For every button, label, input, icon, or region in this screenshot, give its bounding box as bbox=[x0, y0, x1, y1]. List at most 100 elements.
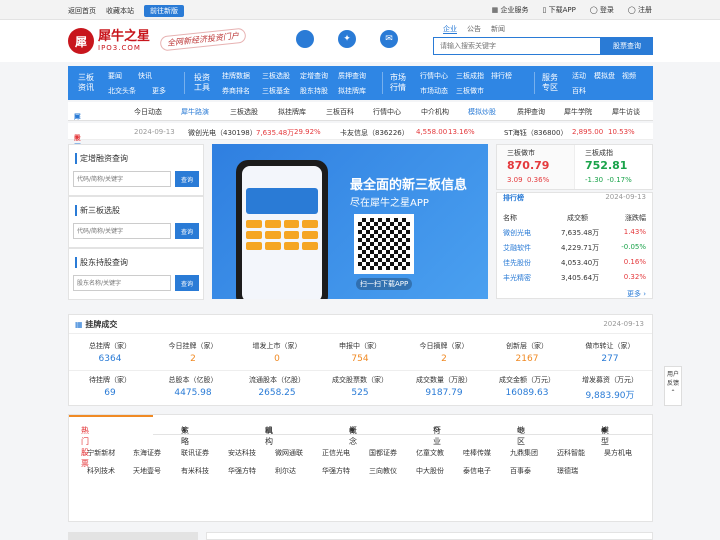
register-label: 注册 bbox=[638, 6, 652, 14]
ranking-more-link[interactable]: 更多 › bbox=[627, 289, 646, 299]
subnav-item[interactable]: 模拟炒股 bbox=[468, 107, 496, 117]
nav-item[interactable]: 股东持股 bbox=[300, 86, 328, 96]
search-input[interactable] bbox=[433, 37, 601, 55]
ranking-header-name: 名称 bbox=[503, 214, 517, 222]
stat-value[interactable]: 0 bbox=[236, 354, 318, 364]
private-placement-input[interactable] bbox=[73, 171, 171, 187]
shareholder-query-button[interactable]: 查询 bbox=[175, 275, 199, 291]
register-link[interactable]: ◯ 注册 bbox=[628, 5, 652, 15]
stock-link[interactable]: 中大股份 bbox=[416, 466, 444, 476]
nav-item[interactable]: 模拟盘 bbox=[594, 71, 615, 81]
stock-link[interactable]: 迈科智能 bbox=[557, 448, 585, 458]
stock-link[interactable]: 泰信电子 bbox=[463, 466, 491, 476]
new-version-button[interactable]: 前往新版 bbox=[144, 5, 184, 17]
stock-link[interactable]: 璟德瑞 bbox=[557, 466, 578, 476]
subnav-item[interactable]: 行情中心 bbox=[373, 107, 401, 117]
nav-item[interactable]: 活动 bbox=[572, 71, 586, 81]
index-market-making[interactable]: 三板做市 870.79 3.09 0.36% bbox=[497, 145, 575, 189]
wechat-icon[interactable]: ✉ bbox=[380, 30, 398, 48]
ticker-stock-2[interactable]: 卡友信息（836226） bbox=[340, 128, 409, 138]
search-tab-announcement[interactable]: 公告 bbox=[467, 24, 481, 34]
ranking-row-name[interactable]: 微创光电 bbox=[503, 228, 531, 238]
subnav-item[interactable]: 犀牛访谈 bbox=[612, 107, 640, 117]
stock-link[interactable]: 天地壹号 bbox=[133, 466, 161, 476]
stat-value[interactable]: 2 bbox=[152, 354, 234, 364]
nav-item[interactable]: 市场动态 bbox=[420, 86, 448, 96]
stock-link[interactable]: 利尔达 bbox=[275, 466, 296, 476]
nav-item[interactable]: 三板基金 bbox=[262, 86, 290, 96]
app-promo-banner[interactable]: 最全面的新三板信息 尽在犀牛之星APP 扫一扫下载APP bbox=[212, 144, 488, 299]
ticker-stock-3-pct: 10.53% bbox=[608, 128, 635, 136]
subnav-item[interactable]: 中介机构 bbox=[421, 107, 449, 117]
nav-item[interactable]: 要闻 bbox=[108, 71, 122, 81]
stock-link[interactable]: ♨宁新新材 bbox=[81, 448, 115, 458]
stat-value[interactable]: 2 bbox=[403, 354, 485, 364]
stock-link[interactable]: 亿童文教 bbox=[416, 448, 444, 458]
stock-link[interactable]: 东海证券 bbox=[133, 448, 161, 458]
nav-item[interactable]: 排行榜 bbox=[491, 71, 512, 81]
android-icon[interactable]: ✦ bbox=[338, 30, 356, 48]
nav-item[interactable]: 挂牌数据 bbox=[222, 71, 250, 81]
shareholder-input[interactable] bbox=[73, 275, 171, 291]
stat-value[interactable]: 2167 bbox=[486, 354, 568, 364]
search-tab-company[interactable]: 企业 bbox=[443, 24, 457, 34]
search-tab-news[interactable]: 新闻 bbox=[491, 24, 505, 34]
nav-item[interactable]: 定增查询 bbox=[300, 71, 328, 81]
ranking-row-name[interactable]: 佳先股份 bbox=[503, 258, 531, 268]
nav-item[interactable]: 三板选股 bbox=[262, 71, 290, 81]
nav-item[interactable]: 三板做市 bbox=[456, 86, 484, 96]
subnav-item[interactable]: 今日动态 bbox=[134, 107, 162, 117]
favorite-link[interactable]: 收藏本站 bbox=[106, 6, 134, 16]
site-logo[interactable]: 犀 犀牛之星 IPO3.COM bbox=[68, 28, 150, 54]
stock-screener-input[interactable] bbox=[73, 223, 171, 239]
subnav-item[interactable]: 犀牛学院 bbox=[564, 107, 592, 117]
subnav-item[interactable]: 三板选股 bbox=[230, 107, 258, 117]
feedback-button[interactable]: 用户反馈 ⌃ bbox=[664, 366, 682, 406]
nav-item[interactable]: 质押查询 bbox=[338, 71, 366, 81]
stock-link[interactable]: 华强方特 bbox=[228, 466, 256, 476]
nav-item[interactable]: 拟挂牌库 bbox=[338, 86, 366, 96]
nav-item[interactable]: 三板成指 bbox=[456, 71, 484, 81]
ticker-stock-1[interactable]: 微创光电（430198） bbox=[188, 128, 257, 138]
subnav-item[interactable]: 拟挂牌库 bbox=[278, 107, 306, 117]
ranking-row-name[interactable]: 丰光精密 bbox=[503, 273, 531, 283]
nav-item[interactable]: 快讯 bbox=[138, 71, 152, 81]
ticker-stock-3[interactable]: ST海钰（836800） bbox=[504, 128, 567, 138]
nav-item[interactable]: 更多 bbox=[152, 86, 166, 96]
index-panel: 三板做市 870.79 3.09 0.36% 三板成指 752.81 -1.30… bbox=[496, 144, 653, 190]
stock-query-button[interactable]: 股票查询 bbox=[601, 37, 653, 55]
subnav-item[interactable]: 质押查询 bbox=[517, 107, 545, 117]
index-composite[interactable]: 三板成指 752.81 -1.30 -0.17% bbox=[577, 145, 653, 189]
subnav-item[interactable]: 三板百科 bbox=[326, 107, 354, 117]
nav-item[interactable]: 视频 bbox=[622, 71, 636, 81]
nav-item[interactable]: 行情中心 bbox=[420, 71, 448, 81]
stat-cell: 创新层（家） 2167 bbox=[486, 341, 568, 364]
stock-link[interactable]: 微网通联 bbox=[275, 448, 303, 458]
nav-item[interactable]: 券商排名 bbox=[222, 86, 250, 96]
login-link[interactable]: ◯ 登录 bbox=[590, 5, 614, 15]
stock-link[interactable]: 正信光电 bbox=[322, 448, 350, 458]
stock-link[interactable]: 昊方机电 bbox=[604, 448, 632, 458]
stock-link[interactable]: 哇棒传媒 bbox=[463, 448, 491, 458]
subnav-item[interactable]: 犀牛路演 bbox=[181, 107, 209, 117]
stock-link[interactable]: 华强方特 bbox=[322, 466, 350, 476]
nav-item[interactable]: 百科 bbox=[572, 86, 586, 96]
stock-link[interactable]: 三向教仪 bbox=[369, 466, 397, 476]
stat-value: 9187.79 bbox=[425, 388, 463, 398]
stock-link[interactable]: 有米科技 bbox=[181, 466, 209, 476]
stock-link[interactable]: 联讯证券 bbox=[181, 448, 209, 458]
stock-link[interactable]: 九鼎集团 bbox=[510, 448, 538, 458]
private-placement-query-button[interactable]: 查询 bbox=[175, 171, 199, 187]
ranking-row-name[interactable]: 艾融软件 bbox=[503, 243, 531, 253]
home-link[interactable]: 返回首页 bbox=[68, 6, 96, 16]
enterprise-service-link[interactable]: ▦ 企业服务 bbox=[492, 5, 529, 15]
stock-link[interactable]: 百事泰 bbox=[510, 466, 531, 476]
download-app-link[interactable]: ▯ 下载APP bbox=[543, 5, 576, 15]
stock-link[interactable]: 国都证券 bbox=[369, 448, 397, 458]
stock-screener-query-button[interactable]: 查询 bbox=[175, 223, 199, 239]
stat-value[interactable]: 754 bbox=[319, 354, 401, 364]
stock-link[interactable]: 科列技术 bbox=[87, 466, 115, 476]
nav-item[interactable]: 北交头条 bbox=[108, 86, 136, 96]
stock-link[interactable]: 安达科技 bbox=[228, 448, 256, 458]
apple-icon[interactable] bbox=[296, 30, 314, 48]
